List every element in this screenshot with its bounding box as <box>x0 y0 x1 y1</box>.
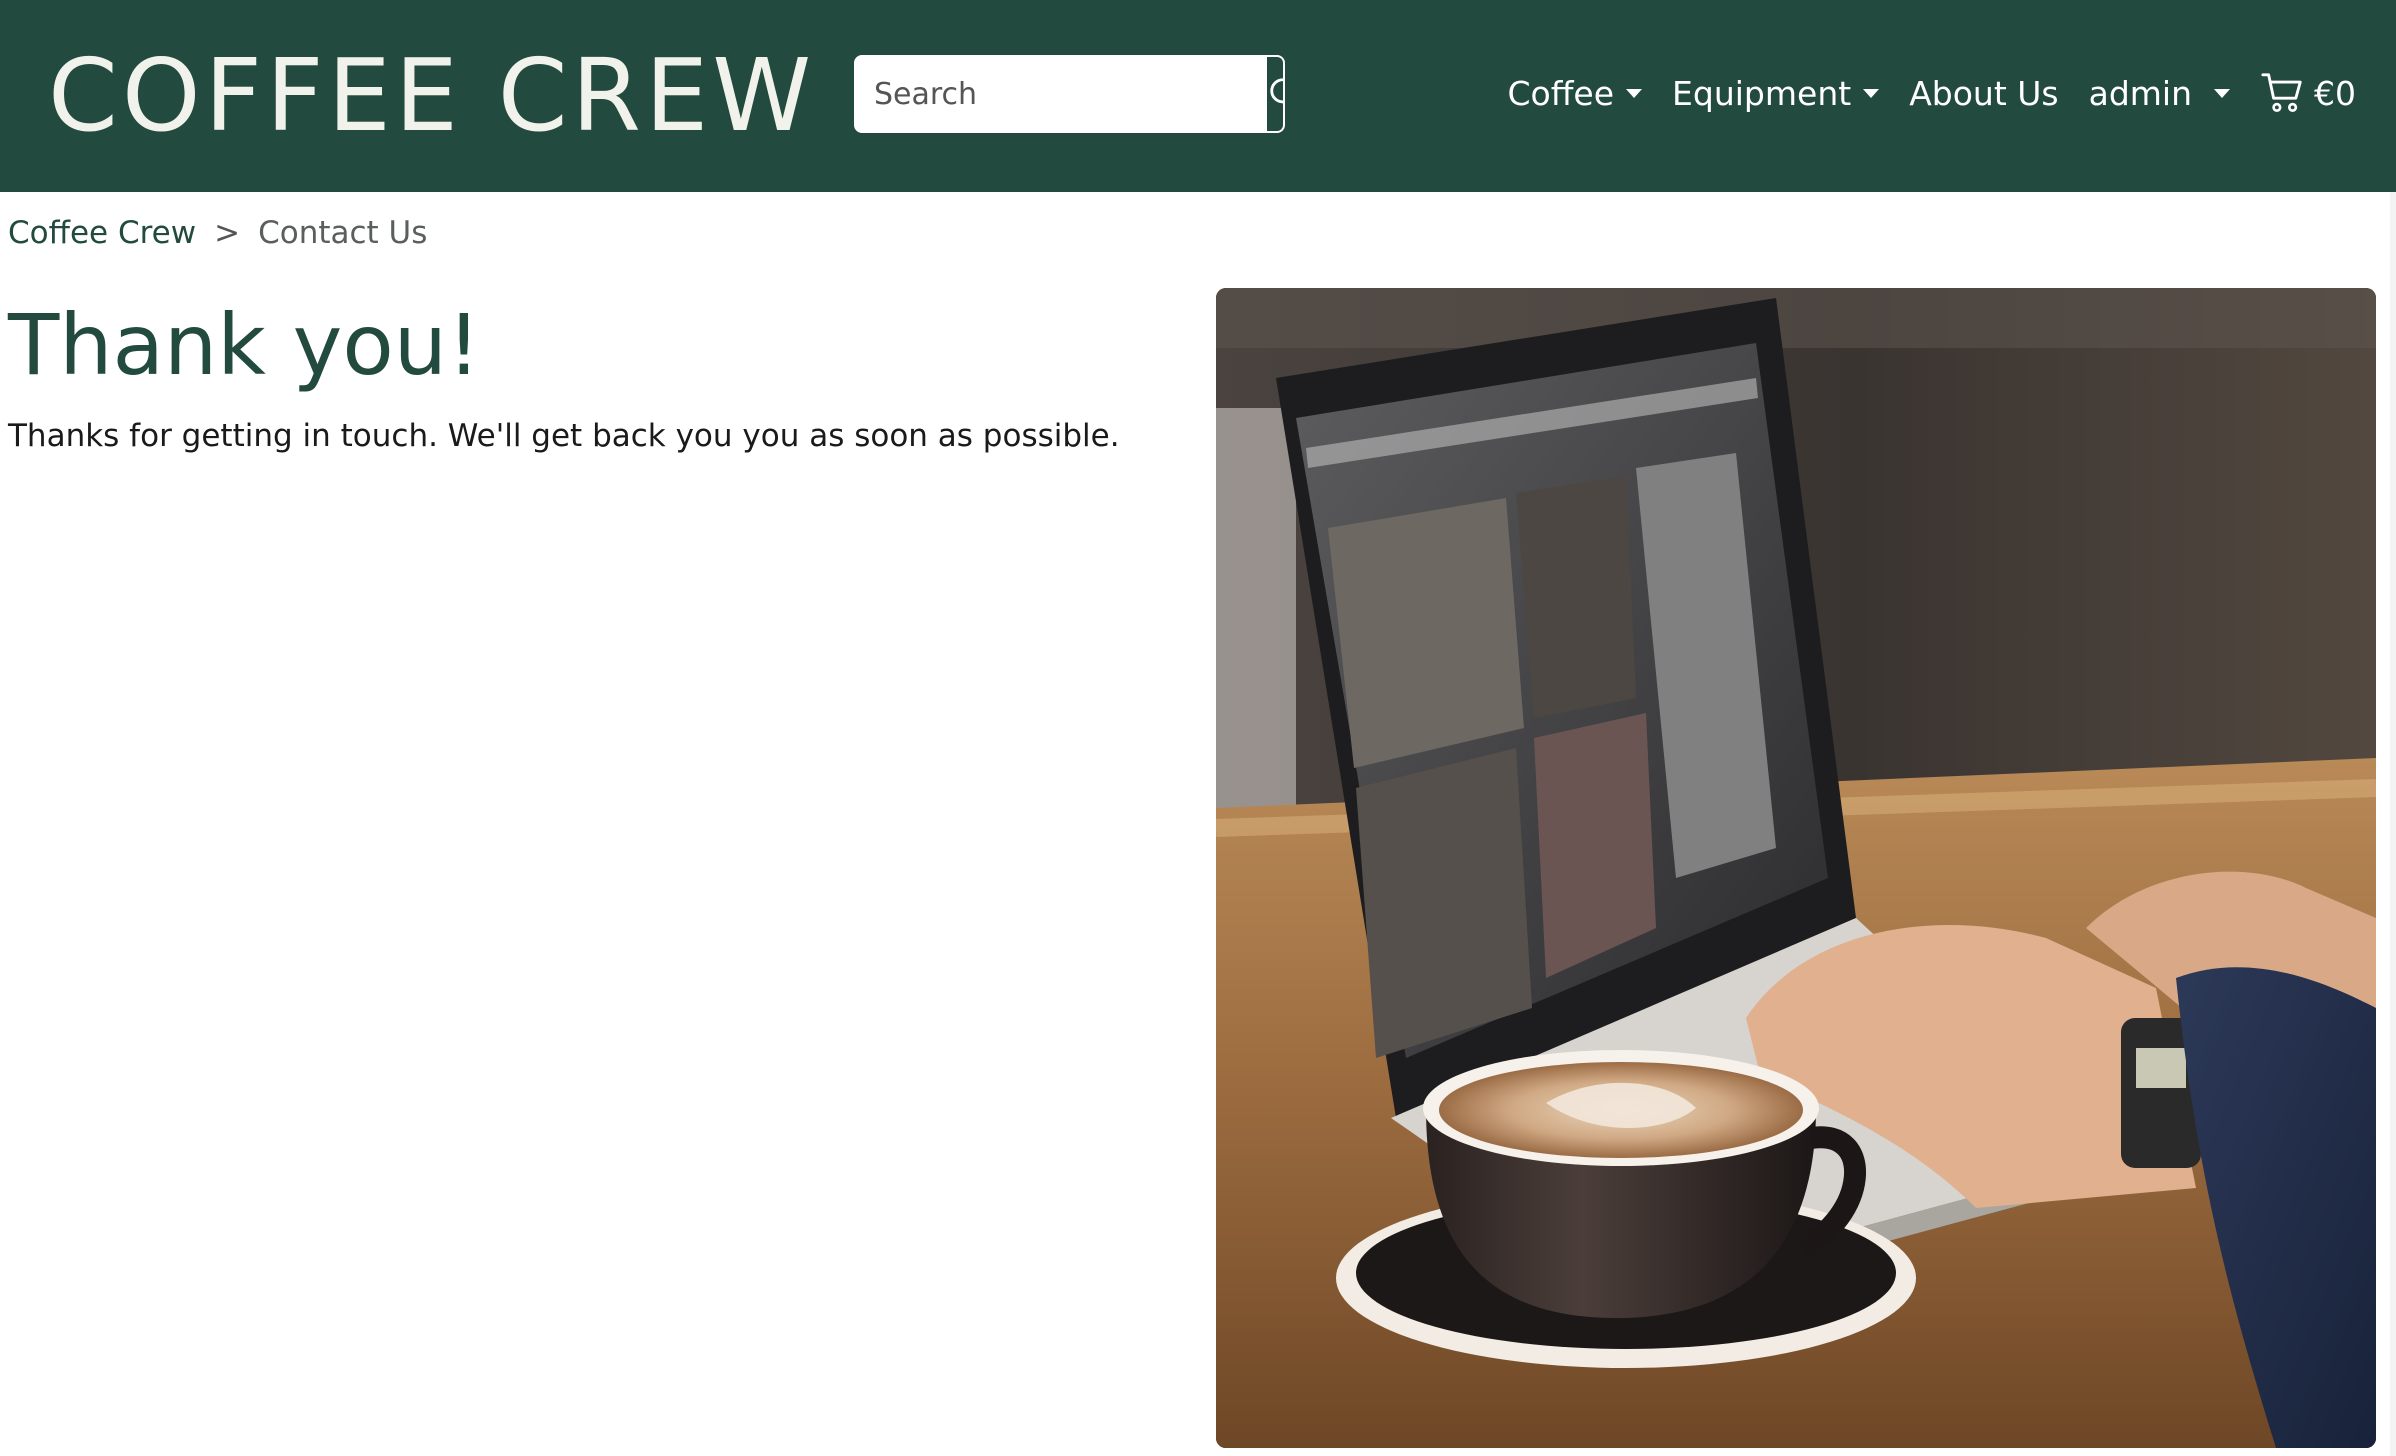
shopping-cart-icon <box>2261 73 2302 112</box>
chevron-down-icon <box>1863 88 1880 98</box>
nav-about-label: About Us <box>1909 73 2059 113</box>
search-form <box>854 55 1285 133</box>
breadcrumb-current: Contact Us <box>258 215 428 251</box>
main-nav: Coffee Equipment About Us admin €0 <box>1507 62 2356 124</box>
nav-about-link[interactable]: About Us <box>1909 74 2058 113</box>
nav-coffee-label: Coffee <box>1507 73 1615 113</box>
chevron-down-icon <box>1626 88 1643 98</box>
top-navbar: COFFEE CREW Coffee Equipment About Us ad… <box>0 0 2396 192</box>
nav-user-label: admin <box>2088 73 2192 113</box>
breadcrumb-home-link[interactable]: Coffee Crew <box>8 215 196 251</box>
hero-image-laptop-coffee <box>1216 288 2376 1448</box>
scrollbar-track[interactable] <box>2390 192 2396 1456</box>
cart-total: €0 <box>2314 73 2356 113</box>
nav-equipment-dropdown[interactable]: Equipment <box>1672 73 1880 113</box>
search-button[interactable] <box>1265 57 1283 131</box>
breadcrumb-separator: > <box>214 215 241 251</box>
thank-you-message: Thanks for getting in touch. We'll get b… <box>8 418 1120 454</box>
search-input[interactable] <box>856 57 1265 131</box>
nav-equipment-label: Equipment <box>1672 73 1852 113</box>
search-icon <box>1270 78 1283 104</box>
nav-user-dropdown[interactable]: admin <box>2089 74 2230 113</box>
cart-link[interactable]: €0 <box>2260 70 2356 116</box>
brand-logo-link[interactable]: COFFEE CREW <box>48 36 815 156</box>
breadcrumb: Coffee Crew > Contact Us <box>8 210 427 256</box>
page-title: Thank you! <box>8 296 481 394</box>
nav-coffee-dropdown[interactable]: Coffee <box>1507 73 1643 113</box>
chevron-down-icon <box>2214 88 2230 98</box>
